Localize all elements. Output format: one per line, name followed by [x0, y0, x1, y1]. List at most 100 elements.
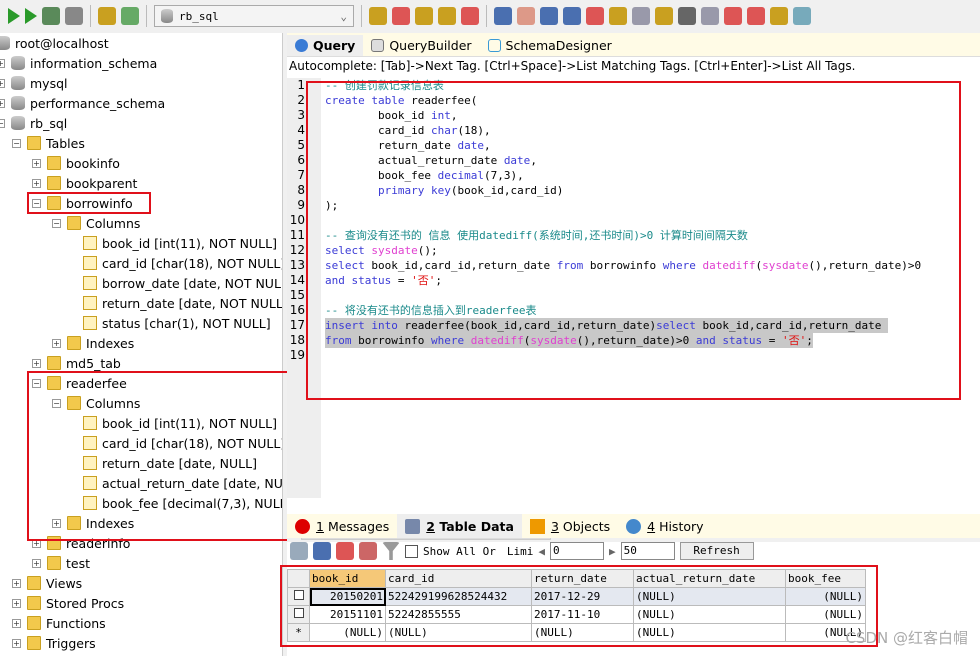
line-number: 4 — [297, 123, 305, 137]
highlight-grid — [280, 565, 878, 647]
table-data-icon — [405, 518, 421, 534]
tab-history[interactable]: 4 History — [618, 514, 711, 538]
expand-icon[interactable]: + — [12, 598, 21, 608]
expand-icon[interactable]: + — [32, 358, 41, 368]
column-icon — [83, 316, 97, 330]
expand-icon[interactable]: + — [52, 338, 61, 348]
tree-node-rb_sql[interactable]: −rb_sql — [0, 113, 67, 133]
line-number: 15 — [289, 288, 305, 302]
show-all-checkbox[interactable] — [405, 544, 418, 558]
scheduler-icon[interactable] — [461, 7, 479, 25]
next-page-button[interactable]: ▶ — [609, 545, 616, 558]
table-import-icon[interactable] — [747, 7, 765, 25]
copy-icon[interactable] — [655, 7, 673, 25]
line-number: 2 — [297, 93, 305, 107]
offset-input[interactable]: 0 — [549, 542, 604, 560]
info-icon — [295, 518, 310, 534]
line-number: 17 — [289, 318, 305, 332]
tree-node-mysql[interactable]: +mysql — [0, 73, 68, 93]
tree-node-performance_schema[interactable]: +performance_schema — [0, 93, 165, 113]
expand-icon[interactable]: + — [0, 78, 5, 88]
clean-icon[interactable] — [517, 7, 535, 25]
schema-sync-icon[interactable] — [793, 7, 811, 25]
edit-delete-icon[interactable] — [359, 542, 377, 560]
restore-icon[interactable] — [438, 7, 456, 25]
tree-node-return_date[interactable]: return_date [date, NOT NULL] — [68, 293, 282, 313]
query-area: Query QueryBuilder SchemaDesigner Autoco… — [280, 33, 980, 656]
tree-node-functions[interactable]: + Functions — [12, 613, 106, 633]
save-icon[interactable] — [313, 542, 331, 560]
tree-node-test[interactable]: + test — [32, 553, 90, 573]
tree-node-borrow_date[interactable]: borrow_date [date, NOT NULL] — [68, 273, 282, 293]
tab-query[interactable]: Query — [287, 35, 364, 56]
schema-icon[interactable] — [563, 7, 581, 25]
delete-row-icon[interactable] — [336, 542, 354, 560]
execute-all-icon[interactable] — [25, 8, 37, 24]
collapse-icon[interactable]: − — [52, 218, 61, 228]
prev-page-button[interactable]: ◀ — [538, 545, 545, 558]
tree-node-book_id[interactable]: book_id [int(11), NOT NULL] — [68, 233, 277, 253]
tab-messages[interactable]: 1 Messages — [287, 514, 397, 538]
expand-icon[interactable]: + — [12, 618, 21, 628]
tree-node-triggers[interactable]: + Triggers — [12, 633, 96, 653]
expand-icon[interactable]: + — [32, 558, 41, 568]
expand-icon[interactable]: + — [0, 58, 5, 68]
db-icon[interactable] — [632, 7, 650, 25]
line-number: 14 — [289, 273, 305, 287]
expand-icon[interactable]: + — [0, 98, 5, 108]
tree-node-bookinfo[interactable]: + bookinfo — [32, 153, 120, 173]
line-number: 1 — [297, 78, 305, 92]
db-view-icon[interactable] — [65, 7, 83, 25]
tree-node-views[interactable]: + Views — [12, 573, 82, 593]
script-icon[interactable] — [98, 7, 116, 25]
expand-icon[interactable]: + — [32, 178, 41, 188]
refresh-button[interactable]: Refresh — [679, 542, 754, 560]
expand-icon[interactable]: + — [32, 158, 41, 168]
tab-objects[interactable]: 3 Objects — [522, 514, 618, 538]
line-number: 11 — [289, 228, 305, 242]
expand-icon[interactable]: + — [12, 638, 21, 648]
watermark: CSDN @红客白帽 — [845, 629, 968, 647]
tree-node-status[interactable]: status [char(1), NOT NULL] — [68, 313, 271, 333]
highlight-borrowinfo — [27, 192, 151, 214]
line-number: 13 — [289, 258, 305, 272]
line-number: 8 — [297, 183, 305, 197]
tree-node-root@localhost[interactable]: root@localhost — [0, 33, 109, 53]
expand-icon[interactable]: + — [12, 578, 21, 588]
database-icon — [11, 56, 25, 70]
table-export-icon[interactable] — [724, 7, 742, 25]
folder-icon — [27, 136, 41, 150]
copy-db-icon[interactable] — [369, 7, 387, 25]
tree-node-columns[interactable]: − Columns — [52, 213, 140, 233]
tree-node-stored[interactable]: + Stored Procs — [12, 593, 124, 613]
collapse-icon[interactable]: − — [12, 138, 21, 148]
table-copy-icon[interactable] — [701, 7, 719, 25]
table-icon — [47, 356, 61, 370]
table-icon[interactable] — [42, 7, 60, 25]
result-toolbar: Show All Or Limi ◀ 0 ▶ 50 Refresh — [287, 540, 980, 562]
execute-icon[interactable] — [8, 8, 20, 24]
data-sync-icon[interactable] — [770, 7, 788, 25]
user-icon[interactable] — [494, 7, 512, 25]
sync-icon[interactable] — [392, 7, 410, 25]
tree-node-bookparent[interactable]: + bookparent — [32, 173, 137, 193]
filter-icon[interactable] — [382, 542, 400, 560]
limit-input[interactable]: 50 — [620, 542, 675, 560]
import-icon[interactable] — [586, 7, 604, 25]
tree-node-card_id[interactable]: card_id [char(18), NOT NULL] — [68, 253, 282, 273]
tree-node-tables[interactable]: − Tables — [12, 133, 85, 153]
tab-querybuilder[interactable]: QueryBuilder — [363, 35, 479, 56]
tree-node-md5_tab[interactable]: + md5_tab — [32, 353, 121, 373]
export-icon[interactable] — [609, 7, 627, 25]
tree-node-indexes[interactable]: + Indexes — [52, 333, 134, 353]
export-icon[interactable] — [290, 542, 308, 560]
tab-schemadesigner[interactable]: SchemaDesigner — [480, 35, 620, 56]
tab-table-data[interactable]: 2 Table Data — [397, 514, 522, 538]
search-icon[interactable] — [540, 7, 558, 25]
backup-icon[interactable] — [415, 7, 433, 25]
dump-icon[interactable] — [678, 7, 696, 25]
refresh-icon[interactable] — [121, 7, 139, 25]
tree-node-information_schema[interactable]: +information_schema — [0, 53, 157, 73]
collapse-icon[interactable]: − — [0, 118, 5, 128]
database-select[interactable]: rb_sql ⌄ — [154, 5, 354, 27]
